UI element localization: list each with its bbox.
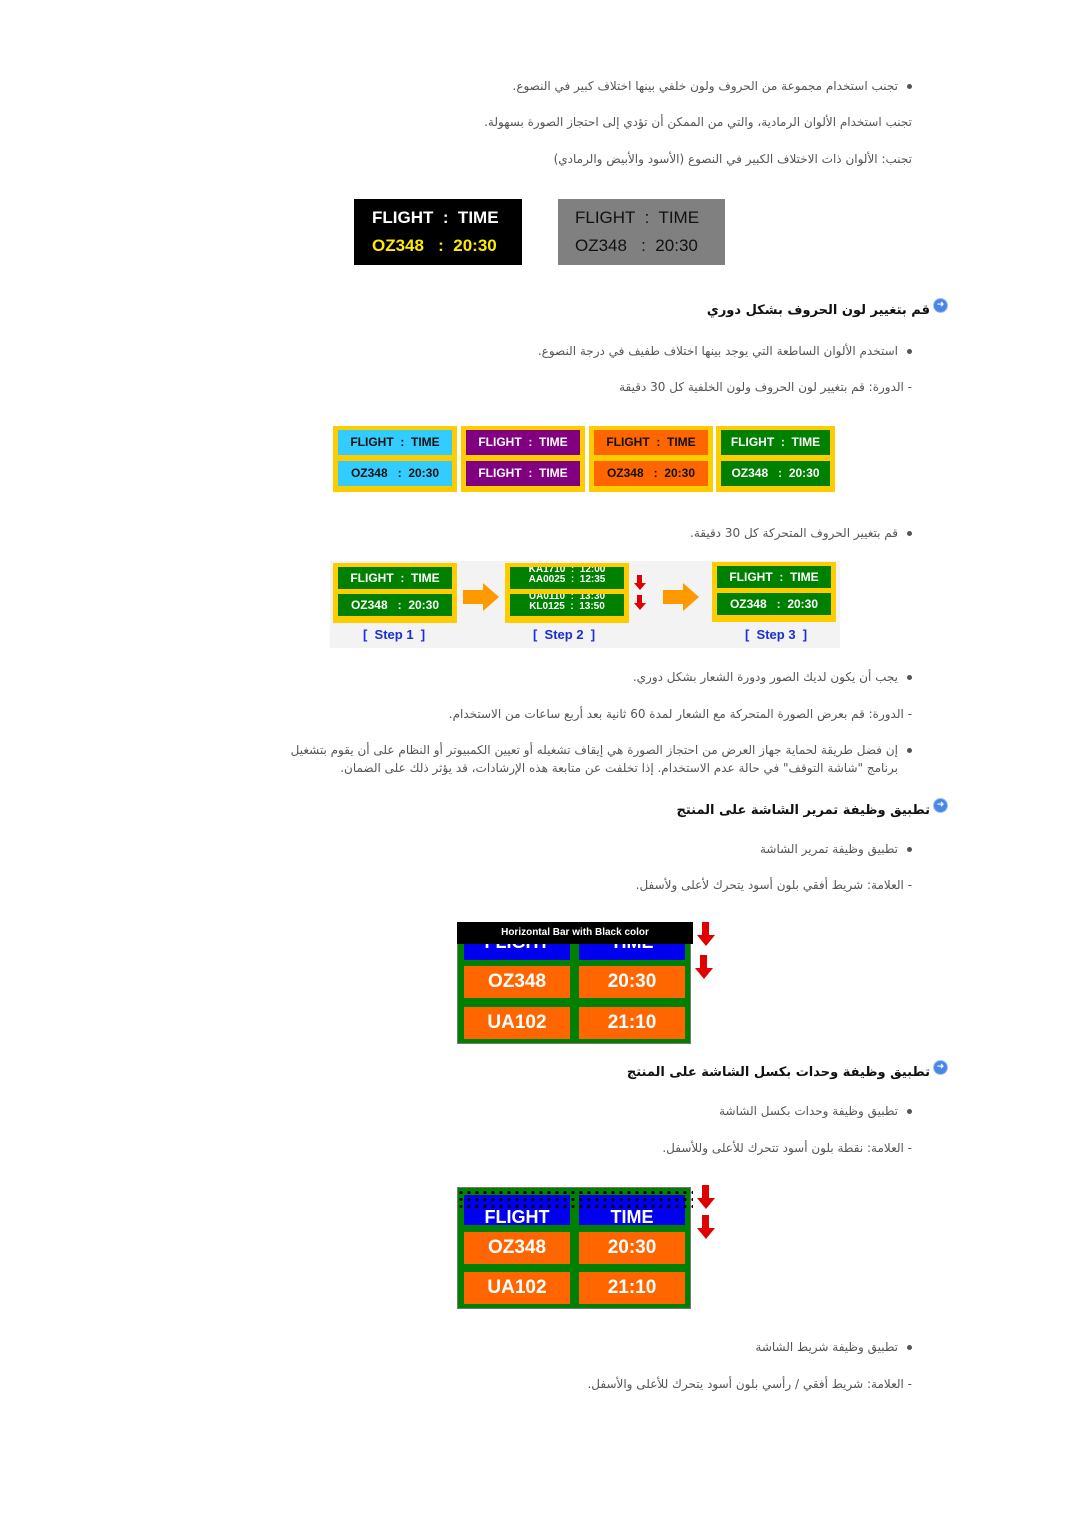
step-3-label: [ Step 3 ] bbox=[745, 627, 808, 642]
data-cell: 21:10 bbox=[579, 1007, 685, 1039]
pixel-text-2: - العلامة: نقطة بلون أسود تتحرك للأعلى و… bbox=[662, 1141, 912, 1155]
color-text-2: - الدورة: قم بتغيير لون الحروف ولون الخل… bbox=[619, 380, 912, 394]
step-2-board: KA1710 : 12:00 AA0025 : 12:35 UA0110 : 1… bbox=[505, 563, 629, 623]
board-row: FLIGHT : TIME bbox=[594, 430, 708, 455]
board-row-scrolling: KA1710 : 12:00 AA0025 : 12:35 bbox=[510, 567, 624, 589]
down-arrow-icon bbox=[697, 922, 715, 946]
bullet-dot bbox=[907, 531, 912, 536]
intro-text-1: تجنب استخدام مجموعة من الحروف ولون خلفي … bbox=[512, 79, 899, 93]
data-cell: OZ348 bbox=[464, 966, 570, 998]
step-1-label: [ Step 1 ] bbox=[363, 627, 426, 642]
board-row: FLIGHT : TIME bbox=[721, 430, 830, 455]
bullet-dot bbox=[907, 748, 912, 753]
color-text-1: استخدم الألوان الساطعة التي يوجد بينها ا… bbox=[537, 344, 898, 358]
bar-text-1: تطبيق وظيفة شريط الشاشة bbox=[755, 1340, 898, 1354]
board-row: FLIGHT : TIME bbox=[466, 461, 580, 486]
color-bullet-4: إن فضل طريقة لحماية جهاز العرض من احتجاز… bbox=[290, 741, 912, 777]
board-row-scrolling: UA0110 : 13:30 KL0125 : 13:50 bbox=[510, 594, 624, 616]
bullet-dot bbox=[907, 675, 912, 680]
board-row: OZ348 : 20:30 bbox=[594, 461, 708, 486]
down-arrow-icon bbox=[633, 575, 646, 590]
color-bullet-3: يجب أن يكون لديك الصور ودورة الشعار بشكل… bbox=[633, 668, 912, 686]
color-bullet-1: استخدم الألوان الساطعة التي يوجد بينها ا… bbox=[538, 342, 912, 360]
bullet-dot bbox=[907, 847, 912, 852]
scroll-demo-board: FLIGHT TIME OZ348 20:30 UA102 21:10 Hori… bbox=[457, 922, 693, 1044]
section-heading-pixel: ➜ تطبيق وظيفة وحدات بكسل الشاشة على المن… bbox=[626, 1060, 948, 1080]
heading-text: تطبيق وظيفة تمرير الشاشة على المنتج bbox=[676, 803, 930, 818]
data-cell: UA102 bbox=[464, 1272, 570, 1304]
down-arrow-icon bbox=[633, 595, 646, 610]
color-text-5: - الدورة: قم بعرض الصورة المتحركة مع الش… bbox=[448, 707, 912, 721]
color-bullet-2: قم بتغيير الحروف المتحركة كل 30 دقيقة. bbox=[690, 524, 912, 542]
flight-board-black: FLIGHT : TIME OZ348 : 20:30 bbox=[354, 199, 522, 265]
board-row: OZ348 : 20:30 bbox=[338, 461, 452, 486]
step-3-board: FLIGHT : TIME OZ348 : 20:30 bbox=[712, 562, 836, 622]
color-board-4: FLIGHT : TIME OZ348 : 20:30 bbox=[716, 426, 835, 492]
color-board-2: FLIGHT : TIME FLIGHT : TIME bbox=[461, 426, 585, 492]
scroll-bullet-1: تطبيق وظيفة تمرير الشاشة bbox=[760, 840, 912, 858]
pixel-bullet-1: تطبيق وظيفة وحدات بكسل الشاشة bbox=[719, 1102, 912, 1120]
data-cell: 21:10 bbox=[579, 1272, 685, 1304]
bullet-dot bbox=[907, 1109, 912, 1114]
down-arrow-icon bbox=[697, 1215, 715, 1239]
color-text-6: إن فضل طريقة لحماية جهاز العرض من احتجاز… bbox=[290, 743, 898, 775]
bar-bullet-1: تطبيق وظيفة شريط الشاشة bbox=[755, 1338, 912, 1356]
heading-text: قم بتغيير لون الحروف بشكل دوري bbox=[706, 303, 930, 318]
scrolling-text: KL0125 : 13:50 bbox=[529, 601, 605, 612]
color-text-4: يجب أن يكون لديك الصور ودورة الشعار بشكل… bbox=[632, 670, 898, 684]
section-heading-scroll: ➜ تطبيق وظيفة تمرير الشاشة على المنتج bbox=[676, 798, 948, 818]
data-cell: 20:30 bbox=[579, 1232, 685, 1264]
board-row: FLIGHT : TIME bbox=[575, 208, 700, 227]
bullet-dot bbox=[907, 84, 912, 89]
board-row: OZ348 : 20:30 bbox=[372, 236, 497, 255]
bullet-dot bbox=[907, 1345, 912, 1350]
color-board-1: FLIGHT : TIME OZ348 : 20:30 bbox=[333, 426, 457, 492]
intro-bullet-1: تجنب استخدام مجموعة من الحروف ولون خلفي … bbox=[512, 77, 912, 95]
section-heading-color-change: ➜ قم بتغيير لون الحروف بشكل دوري bbox=[706, 298, 948, 318]
intro-text-2: تجنب استخدام الألوان الرمادية، والتي من … bbox=[484, 115, 912, 129]
arrow-circle-icon: ➜ bbox=[933, 298, 948, 313]
step-1-board: FLIGHT : TIME OZ348 : 20:30 bbox=[333, 563, 457, 623]
color-text-3: قم بتغيير الحروف المتحركة كل 30 دقيقة. bbox=[690, 526, 898, 540]
board-row: FLIGHT : TIME bbox=[372, 208, 499, 227]
black-bar-label: Horizontal Bar with Black color bbox=[457, 922, 693, 944]
board-row: FLIGHT : TIME bbox=[466, 430, 580, 455]
color-board-3: FLIGHT : TIME OZ348 : 20:30 bbox=[589, 426, 713, 492]
arrow-circle-icon: ➜ bbox=[933, 798, 948, 813]
data-cell: 20:30 bbox=[579, 966, 685, 998]
pixel-demo-board: FLIGHT TIME OZ348 20:30 UA102 21:10 bbox=[457, 1187, 693, 1309]
down-arrow-icon bbox=[697, 1185, 715, 1209]
board-row: OZ348 : 20:30 bbox=[721, 461, 830, 486]
step-2-label: [ Step 2 ] bbox=[533, 627, 596, 642]
bar-text-2: - العلامة: شريط أفقي / رأسي بلون أسود يت… bbox=[587, 1377, 912, 1391]
steps-illustration: FLIGHT : TIME OZ348 : 20:30 [ Step 1 ] K… bbox=[330, 561, 840, 648]
board-row: FLIGHT : TIME bbox=[717, 566, 831, 588]
data-cell: OZ348 bbox=[464, 1232, 570, 1264]
board-row: OZ348 : 20:30 bbox=[575, 236, 698, 255]
data-cell: UA102 bbox=[464, 1007, 570, 1039]
heading-text: تطبيق وظيفة وحدات بكسل الشاشة على المنتج bbox=[626, 1065, 930, 1080]
scroll-text-2: - العلامة: شريط أفقي بلون أسود يتحرك لأع… bbox=[635, 878, 912, 892]
pixel-text-1: تطبيق وظيفة وحدات بكسل الشاشة bbox=[719, 1104, 898, 1118]
board-row: FLIGHT : TIME bbox=[338, 430, 452, 455]
bullet-dot bbox=[907, 349, 912, 354]
scroll-text-1: تطبيق وظيفة تمرير الشاشة bbox=[759, 842, 898, 856]
intro-text-3: تجنب: الألوان ذات الاختلاف الكبير في الن… bbox=[553, 152, 912, 166]
flight-board-gray: FLIGHT : TIME OZ348 : 20:30 bbox=[558, 199, 725, 265]
board-row: OZ348 : 20:30 bbox=[338, 594, 452, 616]
down-arrow-icon bbox=[695, 955, 713, 979]
arrow-circle-icon: ➜ bbox=[933, 1060, 948, 1075]
board-row: FLIGHT : TIME bbox=[338, 567, 452, 589]
scrolling-text: AA0025 : 12:35 bbox=[528, 574, 606, 585]
black-dots-pattern bbox=[457, 1189, 693, 1209]
board-row: OZ348 : 20:30 bbox=[717, 593, 831, 615]
